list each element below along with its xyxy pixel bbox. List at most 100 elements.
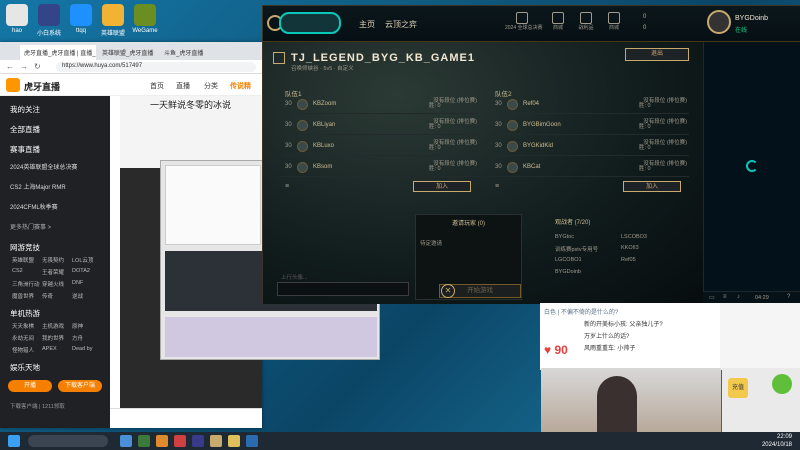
team1-player-row: 30 KBLiyan 胜: 0 没有段位 (排位赛): [279, 117, 479, 135]
list-icon[interactable]: ≡: [723, 294, 727, 300]
browser-tab-1[interactable]: 虎牙直播_虎牙直播 | 直播_虎牙...: [20, 45, 96, 60]
sidebar-online-games[interactable]: 网游竞技: [10, 242, 40, 253]
game-item[interactable]: 天天象棋: [12, 322, 34, 330]
player-avatar: [507, 120, 518, 131]
store-tab[interactable]: 商城: [547, 12, 569, 31]
chat-placeholder: 上行头像...: [281, 275, 308, 281]
team2-join-button[interactable]: 加入: [623, 181, 681, 192]
live-chat-panel: 白色 | 不偏不倚的是什么的? 新的开美标小孩: 父亲独儿子? 万岁上什么的话?…: [540, 303, 722, 370]
desktop-icon-lol[interactable]: 英雄联盟: [98, 4, 128, 37]
recharge-button[interactable]: 充值: [728, 378, 748, 398]
event-item[interactable]: 2024英雄联盟全球总决赛: [10, 162, 77, 171]
loot-icon: [580, 12, 592, 24]
shop-tab[interactable]: 商城: [603, 12, 625, 31]
game-item[interactable]: 原神: [72, 322, 83, 330]
game-item[interactable]: 三角洲行动: [12, 280, 40, 288]
gift-bar: [110, 408, 262, 428]
taskbar-app-icon[interactable]: [174, 435, 186, 447]
game-item[interactable]: 主机游戏: [42, 322, 64, 330]
desktop-icon-xiaobai[interactable]: 小白系统: [34, 4, 64, 37]
lobby-chat-input[interactable]: [277, 282, 409, 296]
game-item[interactable]: 魔兽世界: [12, 292, 34, 300]
loot-tab[interactable]: 战利品: [575, 12, 597, 31]
game-item[interactable]: 逆战: [72, 292, 83, 300]
worlds-event-tab[interactable]: 2024 全球总决赛: [505, 12, 543, 31]
game-item[interactable]: APEX: [42, 346, 57, 352]
nav-tft-tab[interactable]: 云顶之弈: [385, 19, 417, 30]
game-item[interactable]: 传奇: [42, 292, 53, 300]
team1-options-icon[interactable]: ≡: [285, 183, 289, 190]
player-avatar: [297, 120, 308, 131]
url-field[interactable]: https://www.huya.com/517497: [56, 62, 256, 72]
game-item[interactable]: 怪物猎人: [12, 346, 34, 354]
taskbar-app-icon[interactable]: [228, 435, 240, 447]
close-icon[interactable]: ✕: [441, 284, 455, 298]
chat-message: 新的开美标小孩: 父亲独儿子?: [584, 322, 663, 328]
game-item[interactable]: DNF: [72, 280, 83, 286]
game-item[interactable]: 无畏契约: [42, 256, 64, 264]
taskbar-app-icon[interactable]: [120, 435, 132, 447]
desktop-icon-hao[interactable]: hao: [2, 4, 32, 34]
game-item[interactable]: 王者荣耀: [42, 268, 64, 276]
nav-live[interactable]: 直播: [176, 81, 190, 91]
events-expand[interactable]: 更多热门赛事 >: [10, 222, 51, 231]
game-item[interactable]: 穿越火线: [42, 280, 64, 288]
fan-count: ♥ 90: [544, 343, 568, 357]
taskbar-app-icon[interactable]: [210, 435, 222, 447]
event-item[interactable]: 2024CFML秋季赛: [10, 202, 58, 211]
chat-message: 风雨重重车: 小帅子: [584, 346, 636, 352]
game-item[interactable]: DOTA2: [72, 268, 90, 274]
team2-player-row: 30 BYGKidKid 胜: 0 没有段位 (排位赛): [489, 138, 689, 156]
lobby-subtitle: 召唤师峡谷 · 5v5 · 自定义: [291, 66, 354, 72]
spectator-panel: 观战者 (7/20) BYGtoc LSCOBO3 训练赛pstv专用号 KKO…: [553, 214, 687, 300]
game-item[interactable]: CS2: [12, 268, 23, 274]
game-item[interactable]: LOL云顶: [72, 256, 93, 264]
event-item[interactable]: CS2 上海Major RMR: [10, 182, 66, 191]
sidebar-follow[interactable]: 我的关注: [10, 104, 40, 115]
game-item[interactable]: 永劫无间: [12, 334, 34, 342]
sidebar-entertain[interactable]: 娱乐天地: [10, 362, 40, 373]
nav-home-tab[interactable]: 主页: [359, 19, 375, 30]
invite-pending: 待定邀请: [420, 241, 443, 247]
desktop-icon-wegame[interactable]: WeGame: [130, 4, 160, 34]
taskbar-app-icon[interactable]: [192, 435, 204, 447]
taskbar-app-icon[interactable]: [156, 435, 168, 447]
back-icon[interactable]: ←: [6, 62, 14, 71]
mic-icon[interactable]: ♪: [737, 294, 740, 300]
sidebar-single-games[interactable]: 单机热游: [10, 308, 40, 319]
nav-category[interactable]: 分类: [204, 81, 218, 91]
start-icon[interactable]: [8, 435, 20, 447]
nav-home[interactable]: 首页: [150, 81, 164, 91]
invite-title: 邀请玩家 (0): [451, 221, 485, 227]
reload-icon[interactable]: ↻: [34, 62, 41, 71]
leave-lobby-button[interactable]: 退出: [625, 48, 689, 61]
game-item[interactable]: Dead by: [72, 346, 93, 352]
download-client-button[interactable]: 下载客户端: [58, 380, 102, 392]
profile-avatar[interactable]: [707, 10, 731, 34]
game-item[interactable]: 方舟: [72, 334, 83, 342]
chat-icon[interactable]: ▭: [709, 294, 715, 301]
system-clock[interactable]: 22:09 2024/10/18: [762, 433, 792, 449]
game-item[interactable]: 我的世界: [42, 334, 64, 342]
desktop-icon-qq[interactable]: ttqq: [66, 4, 96, 34]
profile-status: 在线: [735, 28, 748, 34]
player-avatar: [297, 162, 308, 173]
browser-tab-2[interactable]: 英雄联盟_虎牙直播: [98, 45, 158, 60]
game-item[interactable]: 英雄联盟: [12, 256, 34, 264]
taskbar-app-icon[interactable]: [138, 435, 150, 447]
browser-tab-3[interactable]: 斗鱼_虎牙直播: [160, 45, 220, 60]
site-logo-text[interactable]: 虎牙直播: [24, 80, 60, 93]
taskbar-search[interactable]: [28, 435, 108, 447]
open-live-button[interactable]: 开播: [8, 380, 52, 392]
help-icon[interactable]: ?: [787, 294, 790, 300]
play-button[interactable]: [279, 12, 341, 34]
player-avatar: [507, 162, 518, 173]
team2-options-icon[interactable]: ≡: [495, 183, 499, 190]
forward-icon[interactable]: →: [20, 62, 28, 71]
player-avatar: [297, 141, 308, 152]
team1-join-button[interactable]: 加入: [413, 181, 471, 192]
sidebar-events[interactable]: 赛事直播: [10, 144, 40, 155]
nav-legend[interactable]: 传说精: [230, 81, 251, 91]
taskbar-app-icon[interactable]: [246, 435, 258, 447]
sidebar-all-live[interactable]: 全部直播: [10, 124, 40, 135]
